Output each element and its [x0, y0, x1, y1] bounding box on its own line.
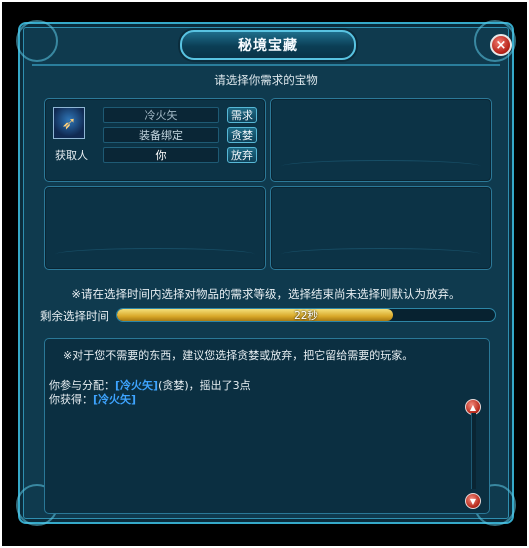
golden-arrow-icon[interactable]: ➶ [53, 107, 85, 139]
log-line-2-prefix: 你获得： [49, 393, 93, 406]
greed-button[interactable]: 贪婪 [227, 127, 257, 143]
log-line-2: 你获得：[冷火矢] [49, 391, 136, 407]
timer-text: 22秒 [294, 310, 318, 322]
timer-bar: 22秒 [116, 308, 496, 322]
item-name-field: 冷火矢 [103, 107, 219, 123]
corner-ornament [16, 20, 58, 62]
item-link[interactable]: [冷火矢] [93, 393, 136, 406]
pass-button[interactable]: 放弃 [227, 147, 257, 163]
need-button[interactable]: 需求 [227, 107, 257, 123]
rules-note: ※请在选择时间内选择对物品的需求等级，选择结束尚未选择则默认为放弃。 [71, 287, 461, 301]
slot-ornament [281, 248, 481, 261]
header-divider [32, 64, 500, 66]
close-button[interactable]: × [490, 34, 512, 56]
window-title: 秘境宝藏 [180, 30, 356, 60]
loot-window: 秘境宝藏 × 请选择你需求的宝物 ➶ 冷火矢 装备绑定 你 获取人 需求 贪婪 … [16, 20, 516, 526]
window-title-text: 秘境宝藏 [238, 38, 298, 54]
item-binding-field: 装备绑定 [103, 127, 219, 143]
loot-log: ※对于您不需要的东西，建议您选择贪婪或放弃，把它留给需要的玩家。 你参与分配：[… [44, 338, 490, 514]
loot-slot-2 [270, 98, 492, 182]
loot-slot-1: ➶ 冷火矢 装备绑定 你 获取人 需求 贪婪 放弃 [44, 98, 266, 182]
scroll-down-button[interactable]: ▼ [465, 493, 481, 509]
loot-slot-4 [270, 186, 492, 270]
slot-ornament [281, 160, 481, 173]
slot-ornament [55, 248, 255, 261]
loot-slot-3 [44, 186, 266, 270]
selection-prompt: 请选择你需求的宝物 [214, 73, 318, 87]
winner-field: 你 [103, 147, 219, 163]
scrollbar-track[interactable] [471, 413, 476, 489]
log-line-1-suffix: (贪婪)，摇出了3点 [158, 379, 251, 392]
log-hint: ※对于您不需要的东西，建议您选择贪婪或放弃，把它留给需要的玩家。 [63, 349, 414, 362]
winner-label: 获取人 [55, 149, 88, 162]
timer-label: 剩余选择时间 [40, 309, 109, 323]
close-icon: × [495, 37, 507, 53]
